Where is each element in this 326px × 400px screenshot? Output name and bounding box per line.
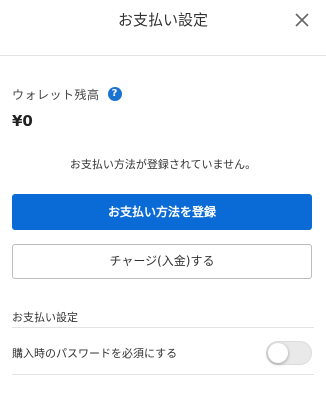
password-required-label: 購入時のパスワードを必須にする: [12, 347, 178, 360]
wallet-balance-value: ¥0: [12, 112, 33, 130]
divider: [12, 327, 314, 328]
charge-button[interactable]: チャージ(入金)する: [12, 244, 312, 279]
password-required-toggle[interactable]: [266, 341, 312, 365]
page-title: お支払い設定: [117, 11, 208, 29]
toggle-knob: [268, 343, 288, 363]
no-payment-method-message: お支払い方法が登録されていません。: [69, 158, 257, 171]
divider: [12, 374, 314, 375]
header: お支払い設定: [0, 0, 326, 56]
close-icon[interactable]: [290, 8, 314, 32]
wallet-balance-label: ウォレット残高: [12, 87, 100, 102]
wallet-balance-row: ウォレット残高 ?: [12, 85, 122, 103]
payment-settings-section-title: お支払い設定: [12, 311, 78, 324]
help-icon[interactable]: ?: [107, 87, 122, 101]
register-payment-method-button[interactable]: お支払い方法を登録: [12, 194, 312, 230]
